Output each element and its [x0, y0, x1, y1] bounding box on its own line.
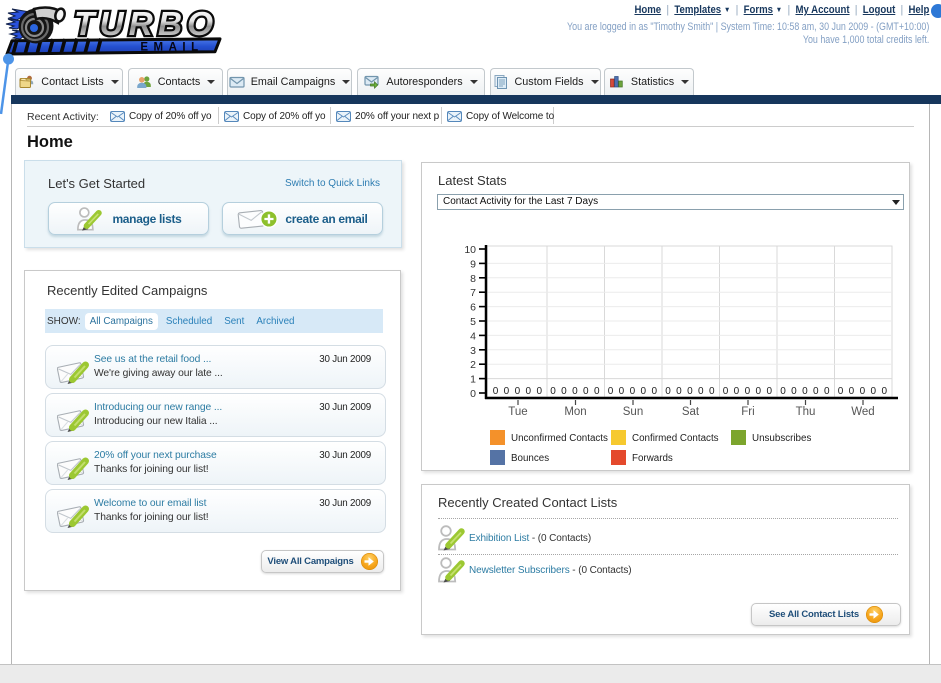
svg-text:7: 7: [470, 287, 476, 299]
svg-text:5: 5: [470, 316, 476, 328]
svg-text:Wed: Wed: [851, 406, 874, 418]
svg-text:Sun: Sun: [623, 406, 643, 418]
svg-text:EMAIL: EMAIL: [140, 42, 203, 54]
svg-text:TURBO: TURBO: [74, 6, 218, 43]
svg-text:3: 3: [470, 345, 476, 357]
svg-text:8: 8: [470, 273, 476, 285]
svg-text:0 0 0 0 0: 0 0 0 0 0: [838, 386, 889, 397]
svg-text:0 0 0 0 0: 0 0 0 0 0: [723, 386, 774, 397]
svg-text:Fri: Fri: [741, 406, 754, 418]
svg-text:0 0 0 0 0: 0 0 0 0 0: [608, 386, 659, 397]
svg-text:10: 10: [464, 244, 476, 256]
svg-text:0 0 0 0 0: 0 0 0 0 0: [550, 386, 601, 397]
svg-text:0 0 0 0 0: 0 0 0 0 0: [665, 386, 716, 397]
svg-text:9: 9: [470, 258, 476, 270]
svg-text:0 0 0 0 0: 0 0 0 0 0: [780, 386, 831, 397]
svg-text:4: 4: [470, 330, 476, 342]
svg-text:Tue: Tue: [508, 406, 527, 418]
svg-text:Mon: Mon: [564, 406, 586, 418]
svg-text:Sat: Sat: [682, 406, 700, 418]
svg-text:Thu: Thu: [796, 406, 816, 418]
svg-text:0 0 0 0 0: 0 0 0 0 0: [493, 386, 544, 397]
svg-text:6: 6: [470, 302, 476, 314]
svg-text:2: 2: [470, 359, 476, 371]
svg-text:0: 0: [470, 388, 476, 400]
svg-text:1: 1: [470, 374, 476, 386]
